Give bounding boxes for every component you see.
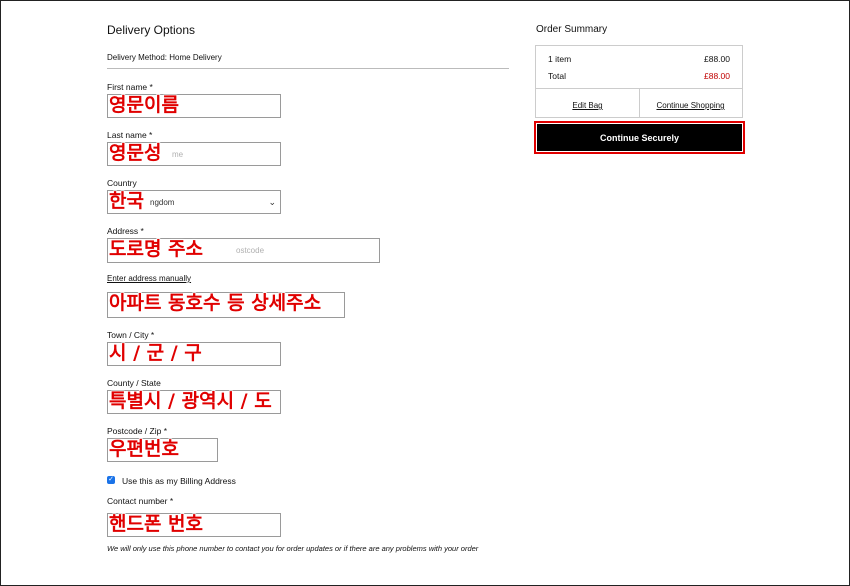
billing-address-checkbox[interactable]: ✓ xyxy=(107,476,115,484)
order-summary-title: Order Summary xyxy=(536,24,608,35)
billing-address-label: Use this as my Billing Address xyxy=(122,476,236,486)
delivery-method-value: Home Delivery xyxy=(169,53,222,62)
postcode-label: Postcode / Zip * xyxy=(107,426,168,436)
county-state-label: County / State xyxy=(107,378,161,388)
continue-securely-button[interactable]: Continue Securely xyxy=(537,124,742,151)
contact-number-annotation: 핸드폰 번호 xyxy=(108,513,204,535)
total-price: £88.00 xyxy=(704,71,730,81)
delivery-method: Delivery Method: Home Delivery xyxy=(107,53,222,62)
continue-shopping-link[interactable]: Continue Shopping xyxy=(639,101,742,110)
order-summary-box: 1 item £88.00 Total £88.00 Edit Bag Cont… xyxy=(535,45,743,118)
address-annotation: 도로명 주소 xyxy=(108,238,204,260)
phone-usage-note: We will only use this phone number to co… xyxy=(107,544,479,553)
county-state-annotation: 특별시 / 광역시 / 도 xyxy=(108,390,272,412)
first-name-annotation: 영문이름 xyxy=(108,94,179,116)
chevron-down-icon: ⌄ xyxy=(268,196,276,207)
country-selected-value: ngdom xyxy=(150,197,175,207)
total-label: Total xyxy=(548,71,566,81)
country-label: Country xyxy=(107,178,137,188)
enter-address-manually-link[interactable]: Enter address manually xyxy=(107,274,191,283)
first-name-label: First name * xyxy=(107,82,153,92)
postcode-annotation: 우편번호 xyxy=(108,438,179,460)
address-line2-annotation: 아파트 동호수 등 상세주소 xyxy=(108,292,322,314)
items-price: £88.00 xyxy=(704,54,730,64)
items-row: 1 item £88.00 xyxy=(548,54,730,64)
checkmark-icon: ✓ xyxy=(108,476,114,483)
delivery-options-title: Delivery Options xyxy=(107,23,196,37)
last-name-annotation: 영문성 xyxy=(108,142,162,164)
items-count: 1 item xyxy=(548,54,572,64)
contact-number-label: Contact number * xyxy=(107,496,174,506)
divider xyxy=(107,68,509,69)
town-city-annotation: 시 / 군 / 구 xyxy=(108,342,202,364)
address-placeholder: ostcode xyxy=(236,246,265,255)
town-city-label: Town / City * xyxy=(107,330,155,340)
edit-bag-link[interactable]: Edit Bag xyxy=(536,101,639,110)
last-name-placeholder: me xyxy=(172,149,184,159)
address-label: Address * xyxy=(107,226,144,236)
total-row: Total £88.00 xyxy=(548,71,730,81)
country-annotation: 한국 xyxy=(108,190,144,212)
delivery-method-label: Delivery Method: xyxy=(107,53,168,62)
last-name-label: Last name * xyxy=(107,130,153,140)
